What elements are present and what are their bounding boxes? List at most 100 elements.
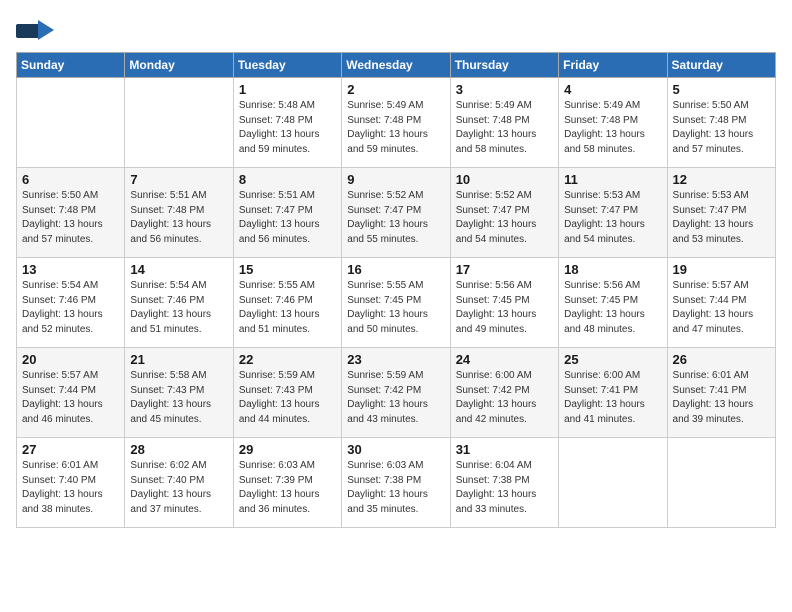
day-number: 25	[564, 352, 661, 367]
day-number: 3	[456, 82, 553, 97]
calendar-cell: 21 Sunrise: 5:58 AM Sunset: 7:43 PM Dayli…	[125, 348, 233, 438]
day-info: Sunrise: 5:51 AM Sunset: 7:48 PM Dayligh…	[130, 189, 227, 247]
calendar-cell: 11 Sunrise: 5:53 AM Sunset: 7:47 PM Dayli…	[559, 168, 667, 258]
calendar-week-4: 20 Sunrise: 5:57 AM Sunset: 7:44 PM Dayli…	[17, 348, 776, 438]
day-number: 15	[239, 262, 336, 277]
calendar-cell: 10 Sunrise: 5:52 AM Sunset: 7:47 PM Dayli…	[450, 168, 558, 258]
day-info: Sunrise: 6:00 AM Sunset: 7:42 PM Dayligh…	[456, 369, 553, 427]
calendar-cell: 5 Sunrise: 5:50 AM Sunset: 7:48 PM Daylig…	[667, 78, 775, 168]
day-info: Sunrise: 5:58 AM Sunset: 7:43 PM Dayligh…	[130, 369, 227, 427]
calendar-cell: 15Sunrise: 5:55 AM Sunset: 7:46 PM Dayli…	[233, 258, 341, 348]
weekday-header-friday: Friday	[559, 53, 667, 78]
day-number: 2	[347, 82, 444, 97]
calendar-header-row: SundayMondayTuesdayWednesdayThursdayFrid…	[17, 53, 776, 78]
weekday-header-monday: Monday	[125, 53, 233, 78]
calendar-cell	[125, 78, 233, 168]
day-number: 26	[673, 352, 770, 367]
calendar-cell: 25 Sunrise: 6:00 AM Sunset: 7:41 PM Dayli…	[559, 348, 667, 438]
calendar-week-1: 1Sunrise: 5:48 AM Sunset: 7:48 PM Daylig…	[17, 78, 776, 168]
day-number: 6	[22, 172, 119, 187]
calendar-cell	[17, 78, 125, 168]
day-info: Sunrise: 5:57 AM Sunset: 7:44 PM Dayligh…	[22, 369, 119, 427]
calendar-cell: 28 Sunrise: 6:02 AM Sunset: 7:40 PM Dayli…	[125, 438, 233, 528]
day-number: 21	[130, 352, 227, 367]
calendar-cell: 1Sunrise: 5:48 AM Sunset: 7:48 PM Daylig…	[233, 78, 341, 168]
day-number: 16	[347, 262, 444, 277]
calendar-cell: 13Sunrise: 5:54 AM Sunset: 7:46 PM Dayli…	[17, 258, 125, 348]
calendar-cell: 16 Sunrise: 5:55 AM Sunset: 7:45 PM Dayli…	[342, 258, 450, 348]
calendar-cell: 17Sunrise: 5:56 AM Sunset: 7:45 PM Dayli…	[450, 258, 558, 348]
calendar-cell: 26 Sunrise: 6:01 AM Sunset: 7:41 PM Dayli…	[667, 348, 775, 438]
day-number: 24	[456, 352, 553, 367]
calendar-cell: 4Sunrise: 5:49 AM Sunset: 7:48 PM Daylig…	[559, 78, 667, 168]
day-info: Sunrise: 5:59 AM Sunset: 7:43 PM Dayligh…	[239, 369, 336, 427]
day-info: Sunrise: 6:02 AM Sunset: 7:40 PM Dayligh…	[130, 459, 227, 517]
day-number: 11	[564, 172, 661, 187]
calendar-cell: 12Sunrise: 5:53 AM Sunset: 7:47 PM Dayli…	[667, 168, 775, 258]
day-info: Sunrise: 5:49 AM Sunset: 7:48 PM Dayligh…	[347, 99, 444, 157]
logo-icon	[16, 16, 52, 44]
day-number: 28	[130, 442, 227, 457]
day-number: 19	[673, 262, 770, 277]
calendar-cell: 14 Sunrise: 5:54 AM Sunset: 7:46 PM Dayli…	[125, 258, 233, 348]
day-info: Sunrise: 5:49 AM Sunset: 7:48 PM Dayligh…	[456, 99, 553, 157]
calendar-week-5: 27Sunrise: 6:01 AM Sunset: 7:40 PM Dayli…	[17, 438, 776, 528]
calendar-cell: 9 Sunrise: 5:52 AM Sunset: 7:47 PM Daylig…	[342, 168, 450, 258]
day-number: 7	[130, 172, 227, 187]
day-info: Sunrise: 5:50 AM Sunset: 7:48 PM Dayligh…	[22, 189, 119, 247]
weekday-header-saturday: Saturday	[667, 53, 775, 78]
calendar-cell: 2 Sunrise: 5:49 AM Sunset: 7:48 PM Daylig…	[342, 78, 450, 168]
day-number: 23	[347, 352, 444, 367]
day-number: 29	[239, 442, 336, 457]
day-info: Sunrise: 6:01 AM Sunset: 7:41 PM Dayligh…	[673, 369, 770, 427]
day-number: 1	[239, 82, 336, 97]
day-number: 8	[239, 172, 336, 187]
day-number: 22	[239, 352, 336, 367]
calendar-cell: 18 Sunrise: 5:56 AM Sunset: 7:45 PM Dayli…	[559, 258, 667, 348]
day-info: Sunrise: 5:51 AM Sunset: 7:47 PM Dayligh…	[239, 189, 336, 247]
day-number: 5	[673, 82, 770, 97]
day-info: Sunrise: 6:03 AM Sunset: 7:38 PM Dayligh…	[347, 459, 444, 517]
calendar-cell: 31 Sunrise: 6:04 AM Sunset: 7:38 PM Dayli…	[450, 438, 558, 528]
day-number: 14	[130, 262, 227, 277]
calendar-cell: 7 Sunrise: 5:51 AM Sunset: 7:48 PM Daylig…	[125, 168, 233, 258]
day-number: 18	[564, 262, 661, 277]
day-info: Sunrise: 5:52 AM Sunset: 7:47 PM Dayligh…	[347, 189, 444, 247]
day-info: Sunrise: 5:53 AM Sunset: 7:47 PM Dayligh…	[673, 189, 770, 247]
day-number: 9	[347, 172, 444, 187]
day-info: Sunrise: 5:52 AM Sunset: 7:47 PM Dayligh…	[456, 189, 553, 247]
day-info: Sunrise: 5:59 AM Sunset: 7:42 PM Dayligh…	[347, 369, 444, 427]
day-number: 4	[564, 82, 661, 97]
page-header	[16, 16, 776, 44]
day-info: Sunrise: 6:03 AM Sunset: 7:39 PM Dayligh…	[239, 459, 336, 517]
calendar-cell: 27Sunrise: 6:01 AM Sunset: 7:40 PM Dayli…	[17, 438, 125, 528]
day-info: Sunrise: 5:55 AM Sunset: 7:45 PM Dayligh…	[347, 279, 444, 337]
calendar-cell: 29 Sunrise: 6:03 AM Sunset: 7:39 PM Dayli…	[233, 438, 341, 528]
calendar-cell	[559, 438, 667, 528]
calendar-week-3: 13 Sunrise: 5:54 AM Sunset: 7:46 PM Dayli…	[17, 258, 776, 348]
calendar-cell: 6 Sunrise: 5:50 AM Sunset: 7:48 PM Daylig…	[17, 168, 125, 258]
day-info: Sunrise: 5:54 AM Sunset: 7:46 PM Dayligh…	[130, 279, 227, 337]
day-number: 10	[456, 172, 553, 187]
day-number: 20	[22, 352, 119, 367]
calendar-cell: 30Sunrise: 6:03 AM Sunset: 7:38 PM Dayli…	[342, 438, 450, 528]
day-number: 13	[22, 262, 119, 277]
day-info: Sunrise: 5:50 AM Sunset: 7:48 PM Dayligh…	[673, 99, 770, 157]
day-number: 31	[456, 442, 553, 457]
day-info: Sunrise: 5:57 AM Sunset: 7:44 PM Dayligh…	[673, 279, 770, 337]
weekday-header-sunday: Sunday	[17, 53, 125, 78]
logo	[16, 16, 56, 44]
calendar-cell	[667, 438, 775, 528]
day-info: Sunrise: 6:00 AM Sunset: 7:41 PM Dayligh…	[564, 369, 661, 427]
day-number: 27	[22, 442, 119, 457]
day-info: Sunrise: 6:04 AM Sunset: 7:38 PM Dayligh…	[456, 459, 553, 517]
weekday-header-thursday: Thursday	[450, 53, 558, 78]
day-info: Sunrise: 5:53 AM Sunset: 7:47 PM Dayligh…	[564, 189, 661, 247]
weekday-header-wednesday: Wednesday	[342, 53, 450, 78]
calendar-cell: 20 Sunrise: 5:57 AM Sunset: 7:44 PM Dayli…	[17, 348, 125, 438]
day-info: Sunrise: 5:56 AM Sunset: 7:45 PM Dayligh…	[564, 279, 661, 337]
day-info: Sunrise: 5:56 AM Sunset: 7:45 PM Dayligh…	[456, 279, 553, 337]
calendar-cell: 22 Sunrise: 5:59 AM Sunset: 7:43 PM Dayli…	[233, 348, 341, 438]
calendar-cell: 23 Sunrise: 5:59 AM Sunset: 7:42 PM Dayli…	[342, 348, 450, 438]
calendar-cell: 19 Sunrise: 5:57 AM Sunset: 7:44 PM Dayli…	[667, 258, 775, 348]
